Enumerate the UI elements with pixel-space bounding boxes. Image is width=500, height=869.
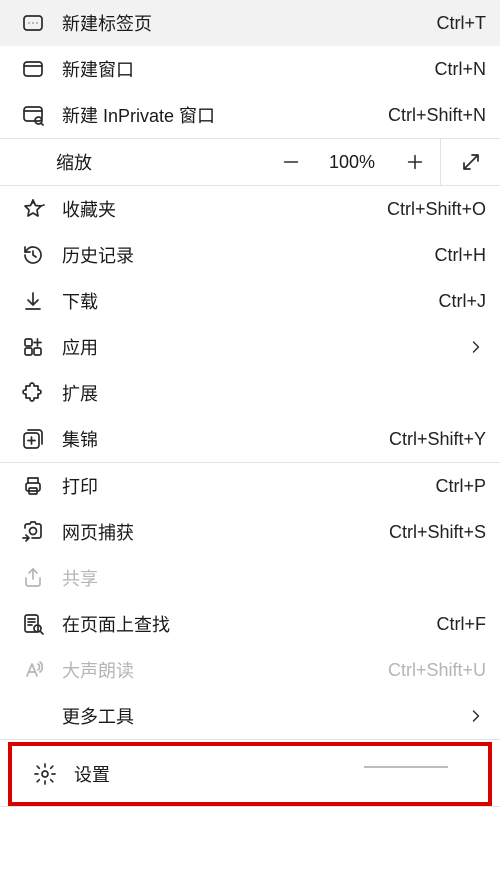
menu-shortcut: Ctrl+H [424, 245, 486, 266]
menu-item-find[interactable]: 在页面上查找 Ctrl+F [0, 601, 500, 647]
overflow-menu: 新建标签页 Ctrl+T 新建窗口 Ctrl+N 新建 InPrivate 窗口… [0, 0, 500, 807]
menu-item-downloads[interactable]: 下载 Ctrl+J [0, 278, 500, 324]
menu-shortcut: Ctrl+Shift+O [377, 199, 486, 220]
menu-item-new-window[interactable]: 新建窗口 Ctrl+N [0, 46, 500, 92]
menu-item-favorites[interactable]: 收藏夹 Ctrl+Shift+O [0, 186, 500, 232]
menu-shortcut: Ctrl+Shift+U [378, 660, 486, 681]
menu-shortcut: Ctrl+Shift+S [379, 522, 486, 543]
settings-icon [22, 762, 68, 786]
menu-label: 历史记录 [56, 242, 424, 268]
menu-item-new-inprivate[interactable]: 新建 InPrivate 窗口 Ctrl+Shift+N [0, 92, 500, 138]
menu-item-web-capture[interactable]: 网页捕获 Ctrl+Shift+S [0, 509, 500, 555]
menu-shortcut: Ctrl+F [427, 614, 487, 635]
menu-label: 新建 InPrivate 窗口 [56, 102, 378, 128]
favorites-icon [10, 197, 56, 221]
plus-icon [404, 151, 426, 173]
fullscreen-button[interactable] [440, 139, 500, 185]
fullscreen-icon [459, 150, 483, 174]
new-window-icon [10, 57, 56, 81]
menu-label: 扩展 [56, 380, 486, 406]
menu-label: 收藏夹 [56, 196, 377, 222]
minus-icon [280, 151, 302, 173]
menu-item-settings[interactable]: 设置 [12, 750, 488, 798]
zoom-percent: 100% [316, 139, 388, 185]
menu-label: 设置 [68, 761, 474, 787]
chevron-right-icon [446, 337, 486, 357]
menu-shortcut: Ctrl+T [427, 13, 487, 34]
zoom-row: 缩放 100% [0, 138, 500, 186]
menu-item-collections[interactable]: 集锦 Ctrl+Shift+Y [0, 416, 500, 462]
divider [0, 739, 500, 740]
menu-label: 打印 [56, 473, 425, 499]
menu-item-extensions[interactable]: 扩展 [0, 370, 500, 416]
web-capture-icon [10, 520, 56, 544]
menu-label: 共享 [56, 565, 486, 591]
menu-label: 集锦 [56, 426, 379, 452]
menu-item-share: 共享 [0, 555, 500, 601]
menu-shortcut: Ctrl+N [424, 59, 486, 80]
zoom-label: 缩放 [0, 139, 264, 185]
menu-item-read-aloud: 大声朗读 Ctrl+Shift+U [0, 647, 500, 693]
menu-shortcut: Ctrl+J [428, 291, 486, 312]
menu-label: 网页捕获 [56, 519, 379, 545]
decorative-underline [364, 766, 448, 768]
new-tab-icon [10, 11, 56, 35]
menu-label: 大声朗读 [56, 657, 378, 683]
menu-item-apps[interactable]: 应用 [0, 324, 500, 370]
chevron-right-icon [446, 706, 486, 726]
menu-label: 下载 [56, 288, 428, 314]
history-icon [10, 243, 56, 267]
share-icon [10, 566, 56, 590]
find-icon [10, 612, 56, 636]
print-icon [10, 474, 56, 498]
apps-icon [10, 335, 56, 359]
downloads-icon [10, 289, 56, 313]
menu-item-more-tools[interactable]: 更多工具 [0, 693, 500, 739]
menu-item-history[interactable]: 历史记录 Ctrl+H [0, 232, 500, 278]
menu-shortcut: Ctrl+P [425, 476, 486, 497]
menu-label: 新建标签页 [56, 10, 427, 36]
menu-shortcut: Ctrl+Shift+N [378, 105, 486, 126]
menu-label: 在页面上查找 [56, 611, 427, 637]
zoom-in-button[interactable] [388, 139, 440, 185]
menu-item-print[interactable]: 打印 Ctrl+P [0, 463, 500, 509]
zoom-out-button[interactable] [264, 139, 316, 185]
inprivate-icon [10, 103, 56, 127]
menu-shortcut: Ctrl+Shift+Y [379, 429, 486, 450]
menu-label: 更多工具 [56, 703, 446, 729]
read-aloud-icon [10, 658, 56, 682]
extensions-icon [10, 381, 56, 405]
divider [0, 806, 500, 807]
menu-label: 应用 [56, 334, 446, 360]
menu-label: 新建窗口 [56, 56, 424, 82]
menu-item-new-tab[interactable]: 新建标签页 Ctrl+T [0, 0, 500, 46]
highlight-annotation: 设置 [8, 742, 492, 806]
collections-icon [10, 427, 56, 451]
